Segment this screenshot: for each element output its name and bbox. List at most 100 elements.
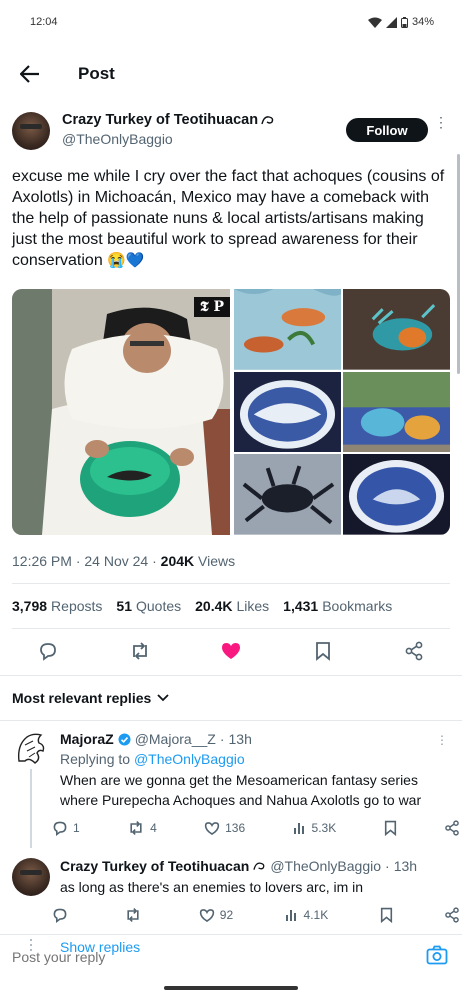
battery-icon: [400, 16, 408, 28]
post-actions: [0, 629, 462, 675]
reply-repost-button[interactable]: [124, 907, 147, 923]
analytics-icon: [285, 910, 296, 921]
chevron-down-icon: [157, 694, 169, 702]
shell-icon: [253, 862, 265, 870]
repost-icon: [127, 908, 139, 922]
engagement-stats: 3,798 Reposts 51 Quotes 20.4K Likes 1,431 Bo…: [0, 584, 462, 628]
repost-button[interactable]: [128, 639, 152, 663]
shell-icon: [261, 116, 274, 125]
reply-text: as long as there's an enemies to lovers …: [60, 879, 364, 895]
share-button[interactable]: [402, 639, 426, 663]
stat-quotes[interactable]: 51 Quotes: [116, 598, 181, 614]
reply-share-button[interactable]: [444, 820, 460, 836]
replying-to: Replying to @TheOnlyBaggio: [60, 751, 245, 767]
reply-reply-button[interactable]: [52, 907, 73, 923]
reply-views-button[interactable]: 5.3K: [293, 821, 336, 835]
back-button[interactable]: [16, 60, 44, 88]
stat-bookmarks[interactable]: 1,431 Bookmarks: [283, 598, 392, 614]
reply-age: 13h: [393, 858, 418, 874]
camera-button[interactable]: [426, 945, 450, 969]
reply-author-name[interactable]: Crazy Turkey of Teotihuacan: [60, 858, 249, 874]
status-time: 12:04: [30, 16, 58, 28]
post-views-count: 204K: [160, 553, 195, 569]
post-body: excuse me while I cry over the fact that…: [12, 168, 445, 269]
battery-percent: 34%: [411, 16, 434, 28]
reply-bookmark-button[interactable]: [384, 820, 397, 836]
like-button[interactable]: [219, 639, 243, 663]
media-tile-street-mural[interactable]: [343, 371, 450, 453]
reply-button[interactable]: [36, 639, 60, 663]
media-tile-blue-plate[interactable]: [343, 454, 450, 535]
media-tile-sculpture[interactable]: [343, 289, 450, 370]
page-title: Post: [78, 64, 115, 83]
reply-item[interactable]: Crazy Turkey of Teotihuacan @TheOnlyBagg…: [0, 848, 462, 935]
reply-share-button[interactable]: [444, 907, 460, 923]
top-bar: Post: [0, 44, 462, 104]
reply-item[interactable]: MajoraZ @Majora__Z · 13h Replying to @Th…: [0, 721, 462, 848]
thread-line: [30, 769, 32, 848]
share-icon: [405, 641, 423, 661]
stat-likes[interactable]: 20.4K Likes: [195, 598, 269, 614]
heart-icon: [199, 908, 214, 922]
media-tile-plate[interactable]: [234, 371, 341, 453]
verified-badge-icon: [118, 733, 131, 745]
repost-icon: [130, 821, 142, 835]
bookmark-icon: [315, 642, 330, 661]
post-emoji: 😭💙: [107, 252, 145, 269]
heart-filled-icon: [222, 643, 240, 659]
bookmark-icon: [384, 820, 396, 836]
scrollbar[interactable]: [457, 154, 460, 374]
majora-avatar[interactable]: [15, 731, 47, 765]
reply-actions: 92 4.1K: [52, 897, 460, 935]
post-timestamp: 12:26 PM · 24 Nov 24 · 204K Views: [12, 553, 236, 569]
post-date: 24 Nov 24: [84, 553, 149, 569]
nyt-badge: 𝕿 P: [194, 297, 230, 317]
reply-age: 13h: [228, 731, 252, 747]
reply-author-handle[interactable]: @Majora__Z: [135, 731, 216, 747]
heart-icon: [204, 821, 220, 835]
media-tile-figure[interactable]: [234, 454, 341, 535]
share-icon: [445, 907, 459, 923]
reply-like-button[interactable]: 92: [199, 908, 233, 923]
more-options-icon[interactable]: ⋮: [432, 115, 450, 142]
comment-icon: [53, 821, 67, 836]
reply-composer: [0, 934, 462, 978]
reply-author-avatar[interactable]: [12, 858, 50, 896]
replying-to-link[interactable]: @TheOnlyBaggio: [134, 751, 245, 767]
post-time: 12:26 PM: [12, 553, 72, 569]
reply-input[interactable]: [12, 948, 312, 965]
author-avatar[interactable]: [12, 112, 50, 150]
more-options-icon[interactable]: ⋮: [436, 733, 448, 747]
post-text: excuse me while I cry over the fact that…: [0, 150, 462, 271]
media-grid: [234, 289, 450, 535]
author-handle[interactable]: @TheOnlyBaggio: [62, 131, 346, 147]
reply-text: When are we gonna get the Mesoamerican f…: [60, 772, 422, 808]
comment-icon: [53, 908, 67, 923]
analytics-icon: [293, 823, 304, 834]
comment-icon: [40, 643, 56, 661]
home-indicator[interactable]: [164, 986, 298, 990]
follow-button[interactable]: Follow: [346, 118, 428, 142]
wifi-icon: [367, 17, 382, 28]
reply-author-handle[interactable]: @TheOnlyBaggio: [270, 858, 381, 874]
stat-reposts[interactable]: 3,798 Reposts: [12, 598, 102, 614]
reply-bookmark-button[interactable]: [380, 907, 393, 923]
nun-photo: [12, 289, 230, 535]
replies-sort-dropdown[interactable]: Most relevant replies: [0, 676, 462, 720]
reply-like-button[interactable]: 136: [204, 821, 245, 836]
reply-views-button[interactable]: 4.1K: [285, 908, 328, 922]
reply-author-name[interactable]: MajoraZ: [60, 731, 114, 747]
bookmark-icon: [380, 907, 392, 923]
reply-repost-button[interactable]: 4: [127, 820, 157, 836]
post-media: 𝕿 P: [12, 289, 450, 535]
reply-reply-button[interactable]: 1: [52, 820, 80, 836]
post-views-label: Views: [198, 553, 236, 569]
media-tile-mural[interactable]: [234, 289, 341, 370]
arrow-left-icon: [20, 65, 39, 83]
bookmark-button[interactable]: [311, 639, 335, 663]
status-icons: 34%: [367, 16, 434, 28]
author-display-name[interactable]: Crazy Turkey of Teotihuacan: [62, 112, 346, 128]
media-video-nun[interactable]: 𝕿 P: [12, 289, 230, 535]
reply-actions: 1 4 136 5.3K: [52, 810, 460, 848]
post-author: Crazy Turkey of Teotihuacan @TheOnlyBagg…: [0, 104, 462, 150]
